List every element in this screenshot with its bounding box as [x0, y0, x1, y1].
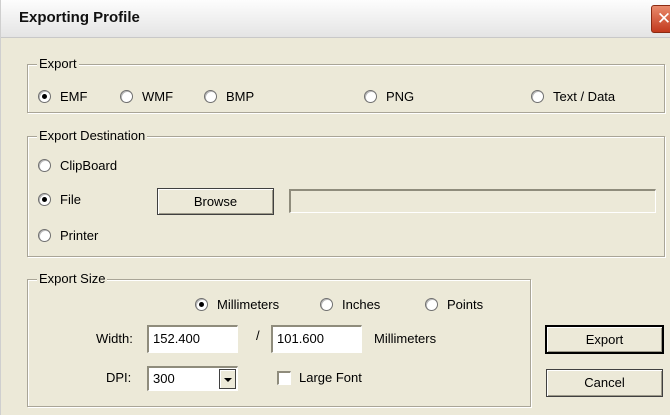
radio-emf-label: EMF — [60, 88, 88, 104]
exporting-profile-dialog: Exporting Profile ✕ Export EMF WMF BMP P… — [0, 0, 670, 415]
radio-inches-indicator[interactable] — [320, 297, 333, 311]
radio-wmf-indicator[interactable] — [120, 89, 133, 103]
cancel-button[interactable]: Cancel — [546, 369, 663, 397]
radio-millimeters[interactable]: Millimeters — [195, 295, 279, 313]
width-label: Width: — [96, 331, 133, 346]
radio-bmp[interactable]: BMP — [204, 87, 254, 105]
large-font-label: Large Font — [299, 370, 362, 385]
radio-points-label: Points — [447, 296, 484, 312]
radio-png-label: PNG — [386, 88, 415, 104]
radio-bmp-indicator[interactable] — [204, 89, 217, 103]
radio-clipboard-label: ClipBoard — [60, 157, 118, 173]
radio-clipboard-indicator[interactable] — [38, 158, 51, 172]
radio-points[interactable]: Points — [425, 295, 483, 313]
export-button[interactable]: Export — [545, 325, 664, 354]
radio-emf-indicator[interactable] — [38, 89, 51, 103]
height-input[interactable]: 101.600 — [271, 325, 362, 353]
export-size-group: Export Size Millimeters Inches Points Wi… — [27, 271, 531, 407]
browse-button[interactable]: Browse — [157, 188, 274, 215]
radio-wmf[interactable]: WMF — [120, 87, 173, 105]
export-format-group: Export EMF WMF BMP PNG Text / Data — [27, 56, 665, 113]
size-separator: / — [256, 328, 260, 343]
radio-emf[interactable]: EMF — [38, 87, 87, 105]
radio-text-data-label: Text / Data — [553, 88, 616, 104]
export-format-legend: Export — [37, 56, 79, 72]
large-font-checkbox[interactable] — [277, 371, 291, 385]
export-size-legend: Export Size — [37, 271, 108, 287]
radio-millimeters-label: Millimeters — [217, 296, 280, 312]
dpi-label: DPI: — [106, 370, 132, 385]
radio-file-indicator[interactable] — [38, 192, 51, 206]
radio-file[interactable]: File — [38, 190, 81, 208]
radio-printer-label: Printer — [60, 227, 99, 243]
radio-printer-indicator[interactable] — [38, 228, 51, 242]
radio-text-data-indicator[interactable] — [531, 89, 544, 103]
radio-text-data[interactable]: Text / Data — [531, 87, 615, 105]
dpi-combobox[interactable]: 300 — [147, 366, 238, 391]
radio-inches-label: Inches — [342, 296, 381, 312]
radio-png[interactable]: PNG — [364, 87, 414, 105]
export-destination-legend: Export Destination — [37, 128, 148, 144]
dialog-title: Exporting Profile — [19, 9, 140, 26]
radio-points-indicator[interactable] — [425, 297, 438, 311]
radio-millimeters-indicator[interactable] — [195, 297, 208, 311]
close-icon[interactable]: ✕ — [651, 5, 670, 33]
radio-inches[interactable]: Inches — [320, 295, 380, 313]
file-path-field[interactable] — [289, 189, 656, 213]
radio-clipboard[interactable]: ClipBoard — [38, 156, 117, 174]
radio-png-indicator[interactable] — [364, 89, 377, 103]
title-bar[interactable]: Exporting Profile ✕ — [1, 0, 670, 38]
dpi-value: 300 — [153, 371, 175, 386]
export-destination-group: Export Destination ClipBoard File Printe… — [27, 128, 665, 257]
width-input[interactable]: 152.400 — [147, 325, 238, 353]
radio-wmf-label: WMF — [142, 88, 174, 104]
radio-file-label: File — [60, 191, 81, 207]
chevron-down-icon[interactable] — [219, 369, 236, 389]
unit-label: Millimeters — [374, 331, 437, 346]
radio-printer[interactable]: Printer — [38, 226, 98, 244]
radio-bmp-label: BMP — [226, 88, 255, 104]
